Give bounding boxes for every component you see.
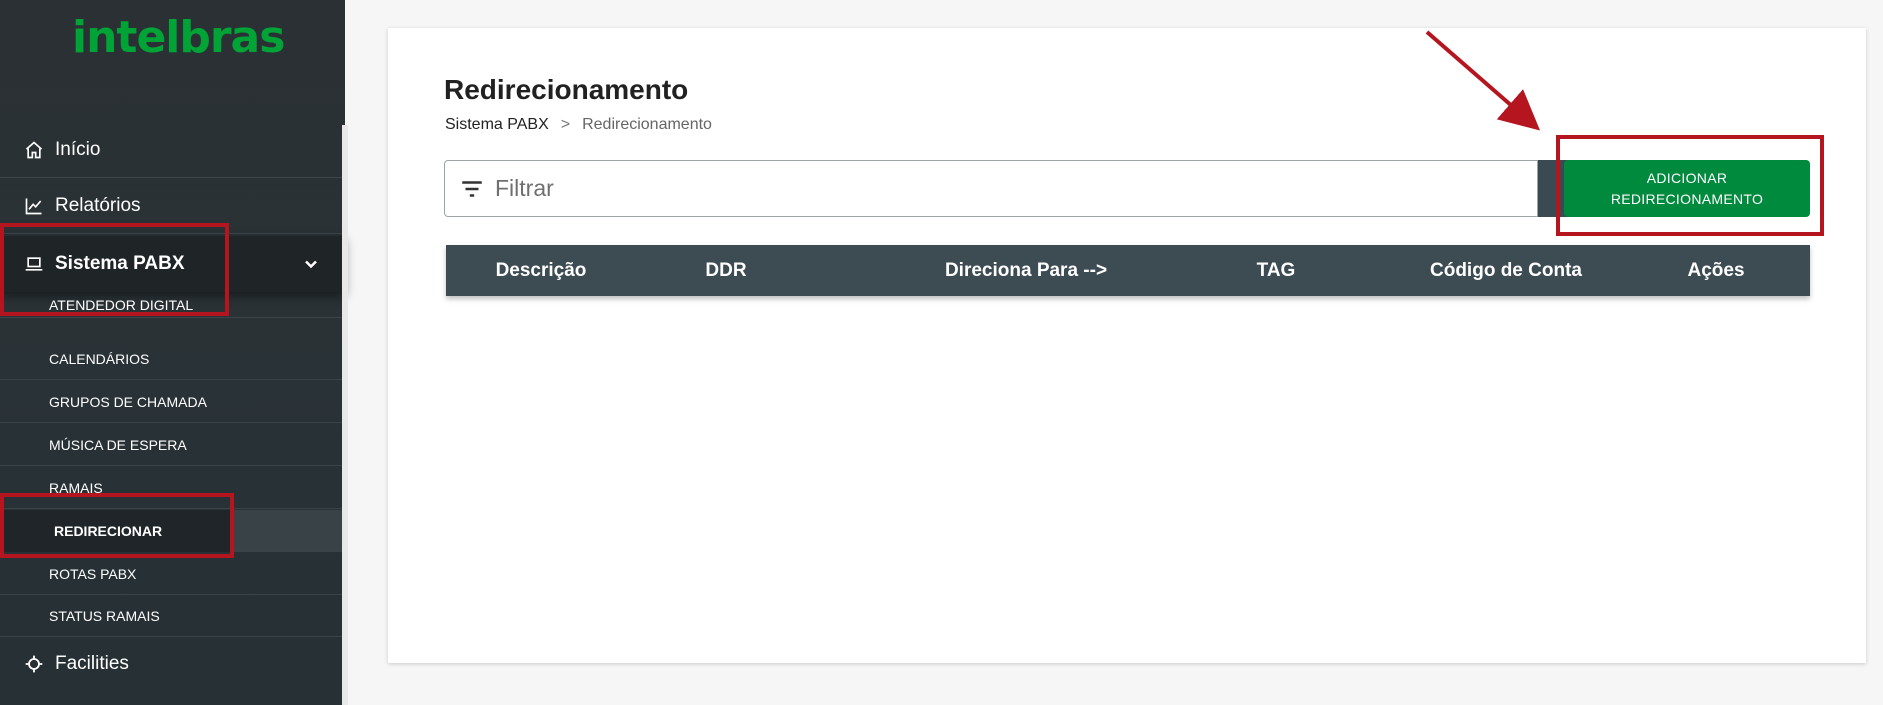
sidebar-item-inicio[interactable]: Início: [0, 122, 345, 178]
add-redirect-button[interactable]: ADICIONAR REDIRECIONAMENTO: [1564, 160, 1810, 217]
sidebar-subitem-calendarios[interactable]: CALENDÁRIOS: [0, 338, 345, 380]
chart-line-icon: [22, 194, 46, 218]
add-button-label-line1: ADICIONAR: [1646, 169, 1728, 186]
content-card: Redirecionamento Sistema PABX > Redireci…: [388, 28, 1866, 663]
sidebar-item-facilities[interactable]: Facilities: [0, 636, 345, 692]
sidebar-subitem-label: ATENDEDOR DIGITAL: [49, 297, 194, 313]
sidebar-subitem-label: CALENDÁRIOS: [49, 350, 150, 367]
crosshair-icon: [22, 652, 46, 676]
sidebar-scrollbar[interactable]: [342, 125, 348, 705]
sidebar-subitem-grupos-de-chamada[interactable]: GRUPOS DE CHAMADA: [0, 381, 345, 423]
sidebar-subitem-musica-de-espera[interactable]: MÚSICA DE ESPERA: [0, 424, 345, 466]
sidebar-subitem-redirecionar[interactable]: REDIRECIONAR: [0, 510, 345, 552]
column-header-direciona-para[interactable]: Direciona Para -->: [886, 245, 1166, 296]
sidebar-subitem-atendedor-digital[interactable]: ATENDEDOR DIGITAL: [0, 292, 345, 318]
add-button-label-line2: REDIRECIONAMENTO: [1610, 190, 1764, 207]
column-header-acoes[interactable]: Ações: [1656, 245, 1776, 296]
home-icon: [22, 138, 46, 162]
laptop-icon: [22, 252, 46, 276]
sidebar-item-sistema-pabx[interactable]: Sistema PABX: [0, 236, 345, 292]
page-title: Redirecionamento: [444, 74, 689, 105]
sidebar-subitem-label: RAMAIS: [49, 479, 103, 496]
sidebar-subitem-rotas-pabx[interactable]: ROTAS PABX: [0, 553, 345, 595]
annotation-arrow-icon: [1425, 30, 1541, 131]
intelbras-logo[interactable]: intelbras: [72, 12, 285, 63]
sidebar-item-label: Sistema PABX: [55, 253, 185, 274]
sidebar-subitem-status-ramais[interactable]: STATUS RAMAIS: [0, 595, 345, 637]
filter-field[interactable]: [444, 160, 1538, 217]
sidebar-subitem-label: GRUPOS DE CHAMADA: [49, 393, 207, 410]
breadcrumb-separator: >: [560, 116, 571, 133]
column-header-ddr[interactable]: DDR: [686, 245, 766, 296]
filter-icon: [462, 180, 482, 197]
sidebar-item-label: Relatórios: [55, 194, 141, 216]
sidebar-subitem-label: MÚSICA DE ESPERA: [49, 436, 187, 453]
column-header-codigo-de-conta[interactable]: Código de Conta: [1386, 245, 1626, 296]
sidebar-item-label: Facilities: [55, 653, 129, 674]
table-header: Descrição DDR Direciona Para --> TAG Cód…: [446, 245, 1810, 296]
breadcrumb-current: Redirecionamento: [582, 116, 712, 133]
sidebar-subitem-label: ROTAS PABX: [49, 565, 137, 582]
sidebar-subitem-label: STATUS RAMAIS: [49, 607, 160, 624]
sidebar-subitem-label: REDIRECIONAR: [54, 522, 163, 539]
breadcrumb-parent[interactable]: Sistema PABX: [445, 116, 549, 134]
sidebar-item-label: Início: [55, 138, 101, 160]
sidebar-subitem-ramais[interactable]: RAMAIS: [0, 467, 345, 509]
sidebar: intelbras Início Relatórios Sistema PABX…: [0, 0, 345, 705]
column-header-tag[interactable]: TAG: [1206, 245, 1346, 296]
sidebar-item-relatorios[interactable]: Relatórios: [0, 178, 345, 234]
column-header-descricao[interactable]: Descrição: [476, 245, 606, 296]
breadcrumb: Sistema PABX > Redirecionamento: [445, 116, 712, 134]
chevron-down-icon[interactable]: [301, 254, 321, 274]
filter-input[interactable]: [493, 174, 1493, 203]
